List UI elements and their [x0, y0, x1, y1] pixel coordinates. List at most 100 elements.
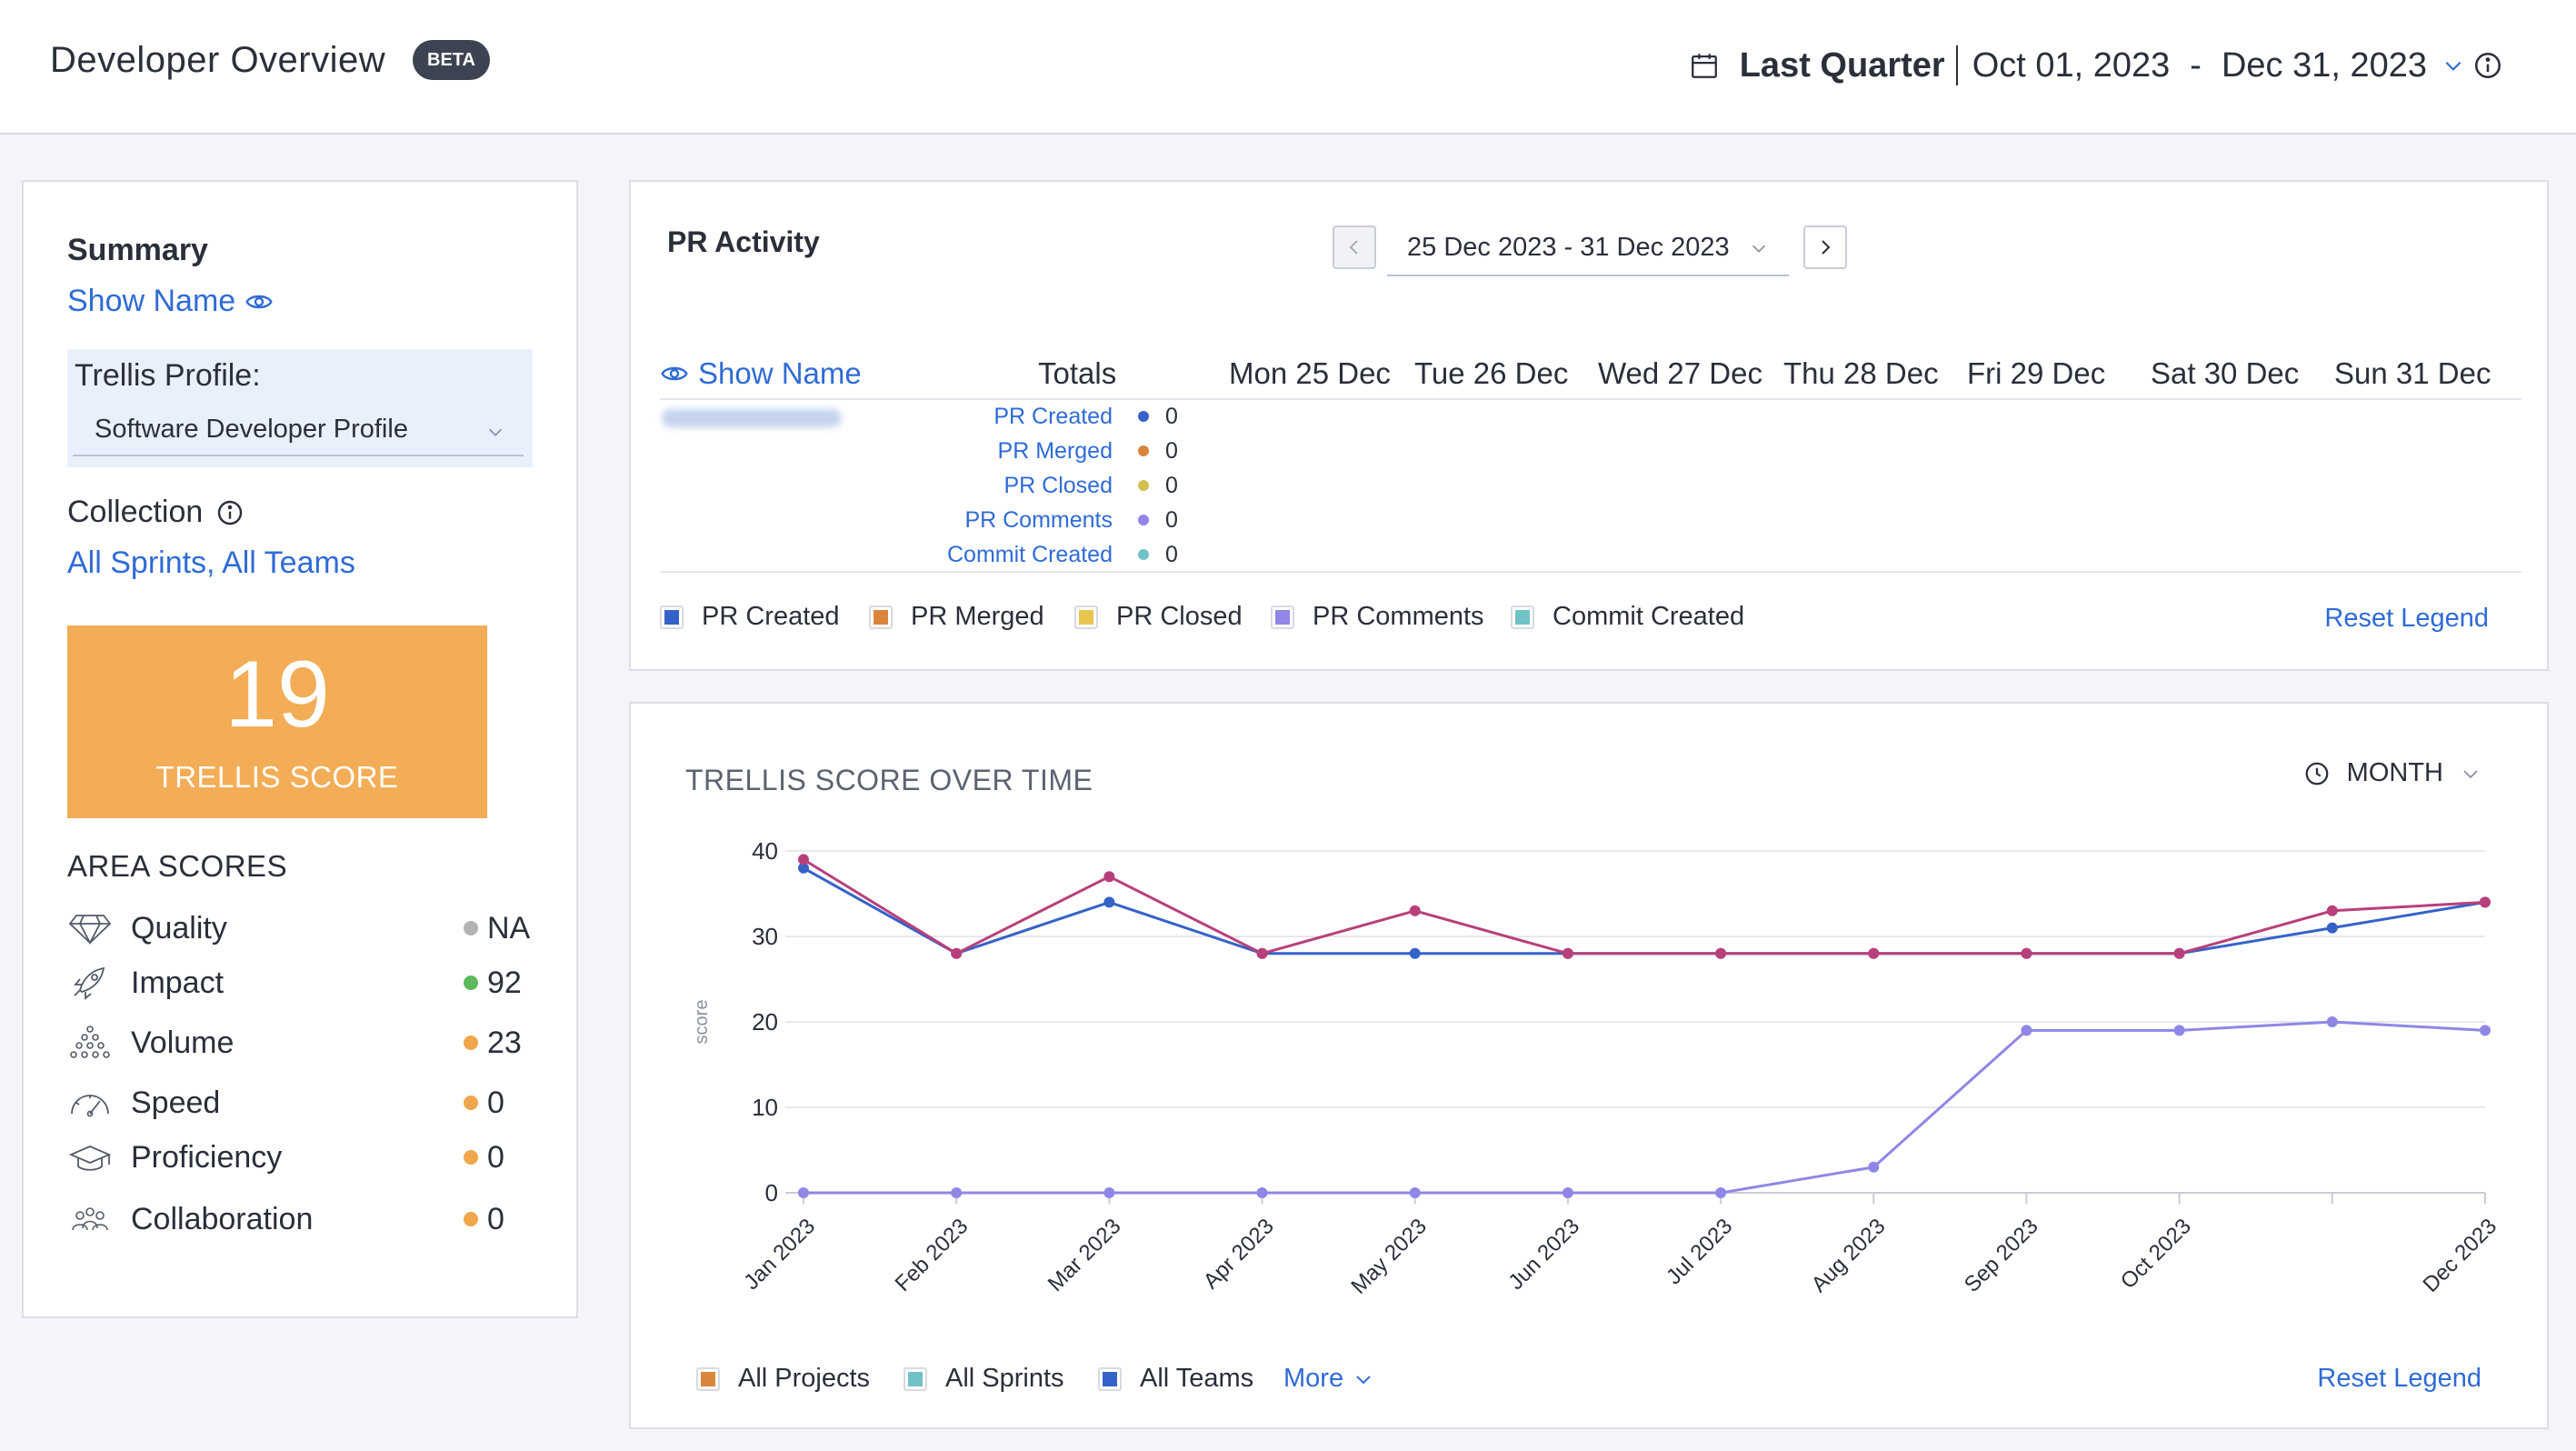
legend-swatch — [660, 605, 684, 629]
eye-icon — [661, 366, 688, 381]
metric-label[interactable]: Commit Created — [947, 542, 1113, 568]
legend-item-all-teams[interactable]: All Teams — [1098, 1364, 1253, 1394]
rocket-icon — [74, 966, 105, 1000]
x-tick-label: Oct 2023 — [2116, 1214, 2196, 1294]
data-point — [1103, 896, 1115, 908]
reset-legend-link[interactable]: Reset Legend — [2324, 604, 2489, 634]
area-row-collaboration: Collaboration 0 — [67, 1196, 533, 1242]
show-name-label: Show Name — [698, 356, 862, 390]
data-point — [1562, 1187, 1573, 1198]
data-point — [1409, 1187, 1421, 1198]
metric-dot — [1138, 515, 1149, 525]
day-header: Thu 28 Dec — [1783, 356, 1939, 390]
score-line-chart: 0 10 20 30 40 score Jan 2023 Feb 2023 Mar 2023 Ap… — [692, 837, 2501, 1299]
area-name: Impact — [131, 965, 225, 1000]
diamond-icon — [68, 915, 112, 945]
summary-panel: Summary Show Name Trellis Profile: Softw… — [22, 180, 578, 1318]
series-line — [803, 866, 2486, 956]
data-point — [798, 1187, 809, 1198]
day-header: Wed 27 Dec — [1598, 356, 1762, 390]
data-point — [951, 1187, 963, 1198]
data-point — [1409, 947, 1421, 959]
status-dot — [464, 1036, 478, 1050]
data-point — [1868, 947, 1880, 959]
data-point — [1868, 1161, 1880, 1173]
collection-heading: Collection — [67, 495, 245, 530]
legend-label: All Sprints — [945, 1364, 1064, 1393]
date-range-label: Last Quarter — [1739, 45, 1945, 85]
trellis-profile-label: Trellis Profile: — [75, 358, 261, 393]
y-tick-label: 20 — [752, 1008, 778, 1036]
show-name-toggle[interactable]: Show Name — [67, 284, 274, 319]
legend-item-all-sprints[interactable]: All Sprints — [904, 1364, 1064, 1394]
legend-swatch — [1074, 605, 1098, 629]
data-point — [1409, 905, 1421, 916]
day-header: Fri 29 Dec — [1967, 356, 2106, 390]
y-tick-label: 10 — [752, 1094, 778, 1121]
page-title: Developer Overview — [50, 40, 386, 80]
data-point — [951, 947, 963, 959]
series-line — [803, 858, 2486, 956]
legend-item-pr-created[interactable]: PR Created — [660, 602, 840, 632]
metric-label[interactable]: PR Created — [993, 404, 1113, 430]
week-range-select[interactable]: 25 Dec 2023 - 31 Dec 2023 — [1387, 225, 1789, 276]
metric-dot — [1138, 480, 1149, 491]
reset-legend-link[interactable]: Reset Legend — [2317, 1364, 2481, 1394]
area-row-volume: Volume 23 — [67, 1020, 533, 1066]
trellis-score-value: 19 — [225, 642, 330, 747]
data-point — [798, 854, 809, 866]
pr-activity-panel: PR Activity 25 Dec 2023 - 31 Dec 2023 Sh… — [629, 180, 2549, 671]
info-icon[interactable] — [2472, 50, 2503, 81]
data-point — [2326, 1016, 2338, 1027]
legend-swatch — [1511, 605, 1534, 629]
x-tick-label: Feb 2023 — [891, 1214, 973, 1296]
legend-item-commit-created[interactable]: Commit Created — [1511, 602, 1744, 632]
legend-item-pr-comments[interactable]: PR Comments — [1271, 602, 1484, 632]
graduation-cap-icon — [68, 1146, 112, 1171]
metric-row-pr-closed: PR Closed 0 — [904, 469, 1194, 502]
chevron-down-icon — [1752, 245, 1766, 253]
pr-show-name-toggle[interactable]: Show Name — [660, 356, 862, 391]
area-value: 23 — [487, 1025, 522, 1060]
date-end: Dec 31, 2023 — [2221, 45, 2427, 85]
y-tick-label: 30 — [752, 923, 778, 950]
legend-label: PR Created — [702, 602, 840, 631]
date-range-picker[interactable]: Last Quarter Oct 01, 2023 - Dec 31, 2023 — [1689, 42, 2503, 89]
chevron-down-icon[interactable] — [2441, 54, 2465, 77]
legend-label: All Teams — [1140, 1364, 1254, 1393]
status-dot — [464, 976, 478, 990]
legend-item-pr-closed[interactable]: PR Closed — [1074, 602, 1243, 632]
legend-label: PR Closed — [1116, 602, 1243, 631]
x-tick-label: Mar 2023 — [1043, 1214, 1126, 1296]
prev-week-button[interactable] — [1333, 225, 1376, 269]
chevron-down-icon — [488, 428, 503, 436]
more-label: More — [1283, 1364, 1344, 1393]
divider — [1955, 45, 1958, 85]
legend-swatch — [869, 605, 893, 629]
data-point — [2480, 896, 2491, 908]
more-legend-button[interactable]: More — [1283, 1364, 1374, 1394]
trellis-profile-select[interactable]: Software Developer Profile — [73, 404, 524, 456]
legend-swatch — [904, 1366, 927, 1391]
info-icon[interactable] — [215, 498, 245, 527]
day-header: Sat 30 Dec — [2151, 356, 2300, 390]
collection-link[interactable]: All Sprints, All Teams — [67, 545, 355, 581]
metric-label[interactable]: PR Merged — [998, 438, 1113, 465]
next-week-button[interactable] — [1803, 225, 1847, 269]
metric-row-pr-comments: PR Comments 0 — [904, 504, 1194, 536]
metric-label[interactable]: PR Closed — [1004, 473, 1113, 499]
metric-row-pr-merged: PR Merged 0 — [904, 435, 1194, 467]
area-scores-title: AREA SCORES — [67, 849, 288, 883]
metric-row-commit-created: Commit Created 0 — [904, 538, 1194, 571]
beta-badge: BETA — [413, 40, 490, 80]
metric-dot — [1138, 549, 1149, 560]
legend-item-pr-merged[interactable]: PR Merged — [869, 602, 1044, 632]
trellis-score-card: 19 TRELLIS SCORE — [67, 625, 487, 818]
metric-label[interactable]: PR Comments — [964, 507, 1113, 534]
speedometer-icon — [71, 1095, 109, 1117]
metric-value: 0 — [1165, 507, 1178, 533]
data-point — [1562, 947, 1573, 959]
day-header: Mon 25 Dec — [1229, 356, 1391, 390]
legend-item-all-projects[interactable]: All Projects — [696, 1364, 870, 1394]
area-name: Quality — [131, 910, 227, 946]
